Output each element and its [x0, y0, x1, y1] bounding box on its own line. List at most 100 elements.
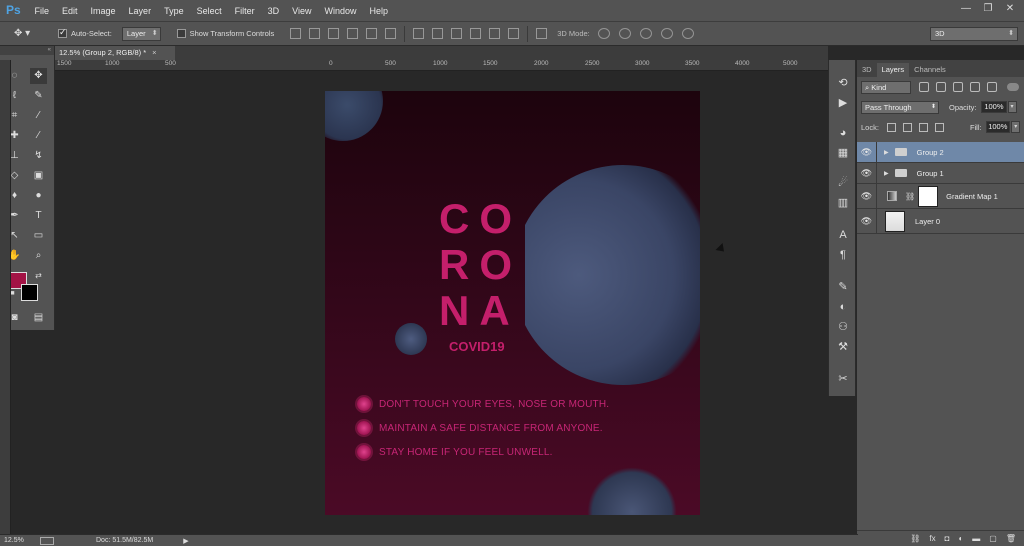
type-tool-icon[interactable]: T — [30, 208, 47, 224]
layer-row-layer-0[interactable]: 👁 Layer 0 — [857, 209, 1024, 234]
quick-select-tool-icon[interactable]: ✎ — [30, 88, 47, 104]
swatches-panel-icon[interactable]: ▦ — [836, 146, 850, 160]
brush-tool-icon[interactable]: ⁄ — [30, 128, 47, 144]
lock-pixels-icon[interactable] — [902, 122, 912, 132]
fill-input[interactable]: 100% — [985, 121, 1011, 133]
layer-row-group-1[interactable]: 👁 ▶ Group 1 — [857, 163, 1024, 184]
shape-filter-icon[interactable] — [970, 82, 980, 92]
menu-type[interactable]: Type — [158, 6, 191, 16]
auto-select-option[interactable]: Auto-Select: — [58, 27, 112, 38]
align-bottom-icon[interactable] — [328, 28, 340, 39]
horizontal-ruler[interactable]: 1500 1000 500 0 500 1000 1500 2000 2500 … — [55, 60, 828, 71]
brush-panel-icon[interactable]: ✎ — [836, 280, 850, 294]
3d-scale-icon[interactable] — [681, 28, 694, 39]
menu-edit[interactable]: Edit — [56, 6, 85, 16]
gradient-tool-icon[interactable]: ▣ — [30, 168, 47, 184]
visibility-eye-icon[interactable]: 👁 — [857, 163, 877, 183]
history-panel-icon[interactable]: ⟲ — [836, 76, 850, 90]
vertical-ruler[interactable] — [0, 60, 11, 534]
visibility-eye-icon[interactable]: 👁 — [857, 209, 877, 233]
auto-select-checkbox[interactable] — [58, 27, 67, 38]
visibility-eye-icon[interactable]: 👁 — [857, 184, 877, 208]
show-transform-checkbox[interactable] — [176, 29, 186, 38]
new-adjustment-icon[interactable]: ◐ — [958, 534, 963, 543]
visibility-eye-icon[interactable]: 👁 — [857, 142, 877, 162]
distribute-hcenter-icon[interactable] — [489, 28, 501, 39]
expand-arrow-icon[interactable]: ▶ — [884, 170, 889, 177]
menu-view[interactable]: View — [286, 6, 318, 16]
menu-window[interactable]: Window — [318, 6, 363, 16]
document-tab[interactable]: 12.5% (Group 2, RGB/8) * × — [55, 46, 175, 60]
align-top-icon[interactable] — [290, 28, 302, 39]
smart-object-filter-icon[interactable] — [987, 82, 997, 92]
zoom-level[interactable]: 12.5% — [0, 537, 36, 544]
align-vcenter-icon[interactable] — [309, 28, 321, 39]
close-button[interactable]: ✕ — [1002, 2, 1018, 16]
opacity-input[interactable]: 100% — [980, 101, 1007, 113]
auto-select-target-dropdown[interactable]: Layer — [121, 26, 161, 41]
blend-mode-dropdown[interactable]: Pass Through — [861, 100, 939, 114]
menu-filter[interactable]: Filter — [228, 6, 261, 16]
screen-mode-icon[interactable]: ▤ — [30, 310, 47, 326]
3d-rotate-icon[interactable] — [597, 28, 610, 39]
distribute-right-icon[interactable] — [508, 28, 520, 39]
show-transform-option[interactable]: Show Transform Controls — [176, 29, 274, 38]
paragraph-panel-icon[interactable]: ¶ — [836, 248, 850, 262]
menu-image[interactable]: Image — [84, 6, 122, 16]
panel-collapse-icon[interactable]: « — [0, 46, 54, 55]
distribute-bottom-icon[interactable] — [451, 28, 463, 39]
menu-3d[interactable]: 3D — [261, 6, 286, 16]
clone-source-icon[interactable]: ⚇ — [836, 320, 850, 334]
filter-kind-dropdown[interactable]: ⌕ Kind — [861, 80, 911, 94]
tab-3d[interactable]: 3D — [857, 63, 877, 77]
move-tool-preset-icon[interactable]: ✥ ▾ — [14, 25, 50, 43]
eyedropper-tool-icon[interactable]: ⁄ — [30, 108, 47, 124]
history-brush-tool-icon[interactable]: ↯ — [30, 148, 47, 164]
color-panel-icon[interactable]: ◕ — [836, 126, 850, 140]
add-mask-icon[interactable]: ◘ — [945, 534, 950, 543]
tools-options-icon[interactable]: ✂ — [836, 372, 850, 386]
status-menu-arrow-icon[interactable]: ▶ — [183, 537, 188, 545]
poster-canvas[interactable]: CO RO NA COVID19 DON'T TOUCH YOUR EYES, … — [325, 91, 700, 515]
tool-presets-icon[interactable]: ⚒ — [836, 340, 850, 354]
lock-transparency-icon[interactable] — [886, 122, 896, 132]
expand-arrow-icon[interactable]: ▶ — [884, 149, 889, 156]
layer-row-group-2[interactable]: 👁 ▶ Group 2 — [857, 142, 1024, 163]
distribute-left-icon[interactable] — [470, 28, 482, 39]
distribute-vcenter-icon[interactable] — [432, 28, 444, 39]
opacity-slider-button[interactable]: ▾ — [1007, 101, 1017, 113]
brush-presets-icon[interactable]: ◐ — [836, 300, 850, 314]
lock-position-icon[interactable] — [918, 122, 928, 132]
align-left-icon[interactable] — [347, 28, 359, 39]
adjustments-panel-icon[interactable]: ☄ — [836, 176, 850, 190]
dodge-tool-icon[interactable]: ● — [30, 188, 47, 204]
type-filter-icon[interactable] — [953, 82, 963, 92]
swap-colors-icon[interactable]: ⇄ — [30, 268, 47, 284]
align-right-icon[interactable] — [385, 28, 397, 39]
3d-drag-icon[interactable] — [639, 28, 652, 39]
zoom-tool-icon[interactable]: ⌕ — [30, 248, 47, 264]
adjustment-filter-icon[interactable] — [936, 82, 946, 92]
tab-channels[interactable]: Channels — [909, 63, 951, 77]
styles-panel-icon[interactable]: ▥ — [836, 196, 850, 210]
3d-roll-icon[interactable] — [618, 28, 631, 39]
layer-style-icon[interactable]: fx — [929, 534, 935, 543]
tab-layers[interactable]: Layers — [876, 63, 910, 77]
link-layers-icon[interactable]: ⛓ — [910, 534, 920, 543]
pixel-filter-icon[interactable] — [919, 82, 929, 92]
3d-slide-icon[interactable] — [660, 28, 673, 39]
menu-select[interactable]: Select — [190, 6, 228, 16]
fill-slider-button[interactable]: ▾ — [1011, 121, 1020, 133]
background-color-swatch[interactable] — [21, 284, 38, 301]
layer-row-gradient-map[interactable]: 👁 ⛓ Gradient Map 1 — [857, 184, 1024, 209]
menu-layer[interactable]: Layer — [122, 6, 158, 16]
workspace-dropdown[interactable]: 3D — [930, 27, 1018, 41]
rectangle-tool-icon[interactable]: ▭ — [30, 228, 47, 244]
character-panel-icon[interactable]: A — [836, 228, 850, 242]
lock-all-icon[interactable] — [934, 122, 944, 132]
auto-align-icon[interactable] — [536, 28, 548, 39]
restore-button[interactable]: ❐ — [980, 2, 996, 16]
distribute-top-icon[interactable] — [413, 28, 425, 39]
close-tab-icon[interactable]: × — [152, 48, 156, 57]
menu-file[interactable]: File — [28, 6, 56, 16]
